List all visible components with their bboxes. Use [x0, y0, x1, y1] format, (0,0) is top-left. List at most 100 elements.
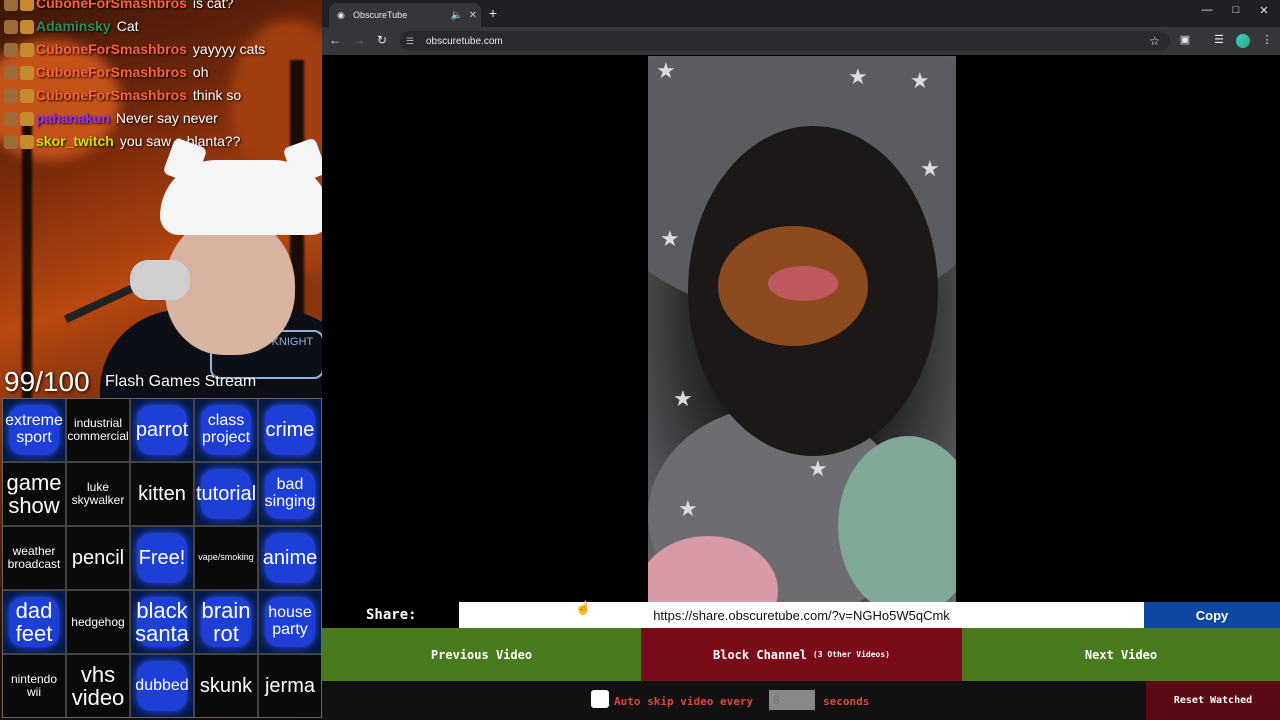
badge-icon	[20, 134, 34, 149]
menu-kebab-icon[interactable]: ⋮	[1258, 33, 1276, 46]
bingo-cell: hedgehog	[67, 591, 129, 653]
bingo-cell: tutorial	[195, 463, 257, 525]
chat-badges	[0, 0, 36, 11]
bingo-cell: bad singing	[259, 463, 321, 525]
bingo-cell-label: tutorial	[195, 482, 257, 505]
chat-feed: CuboneForSmashbros is cat? Adaminsky Cat Cub…	[0, 0, 322, 153]
badge-icon	[20, 42, 34, 57]
bingo-cell-label: dubbed	[135, 676, 189, 694]
chat-username[interactable]: CuboneForSmashbros	[36, 84, 187, 107]
cast-icon[interactable]: ▣	[1176, 33, 1194, 46]
share-row: Share: Copy	[322, 602, 1280, 628]
chat-text: oh	[192, 64, 209, 80]
bingo-cell: crime	[259, 399, 321, 461]
chat-badges	[0, 19, 36, 34]
streamer-webcam: HOLLOW KNIGHT	[60, 137, 322, 430]
bingo-cell-label: vape/smoking	[198, 552, 254, 563]
chat-badges	[0, 88, 36, 103]
badge-icon	[4, 0, 18, 11]
bingo-cell-label: luke skywalker	[71, 480, 125, 507]
badge-icon	[4, 88, 18, 103]
profile-avatar[interactable]	[1236, 34, 1250, 48]
bingo-cell: vhs video	[67, 655, 129, 717]
bingo-cell: Free!	[131, 527, 193, 589]
chat-badges	[0, 65, 36, 80]
tab-bar: ◉ ObscureTube 🔈 ✕ + — □ ✕	[322, 0, 1280, 27]
block-channel-button[interactable]: Block Channel (3 Other Videos)	[641, 628, 962, 681]
reset-watched-button[interactable]: Reset Watched	[1146, 681, 1280, 720]
back-icon[interactable]: ←	[326, 33, 344, 47]
badge-icon	[4, 19, 18, 34]
bingo-cell: parrot	[131, 399, 193, 461]
bingo-cell-label: vhs video	[71, 661, 125, 710]
stream-counter: 99/100	[4, 366, 90, 397]
reload-icon[interactable]: ↻	[373, 33, 391, 47]
chat-text: Never say never	[115, 110, 218, 126]
bingo-cell-label: industrial commercial	[67, 416, 129, 443]
star-pattern: ★	[656, 58, 676, 83]
bingo-cell: brain rot	[195, 591, 257, 653]
bingo-cell: pencil	[67, 527, 129, 589]
site-info-icon[interactable]: ☰	[406, 36, 420, 47]
puppy-mouth	[768, 266, 838, 301]
chat-message: skor_twitchyou saw a blanta??	[0, 130, 322, 153]
close-tab-icon[interactable]: ✕	[465, 10, 481, 21]
address-bar[interactable]: ☰ obscuretube.com ☆	[400, 31, 1170, 51]
speaker-icon[interactable]: 🔈	[449, 10, 465, 21]
badge-icon	[4, 65, 18, 80]
chat-username[interactable]: CuboneForSmashbros	[36, 61, 187, 84]
chat-message: pahanakun Never say never	[0, 107, 322, 130]
auto-skip-checkbox[interactable]	[591, 690, 609, 708]
next-video-button[interactable]: Next Video	[962, 628, 1280, 681]
badge-icon	[20, 111, 34, 126]
chat-username[interactable]: Adaminsky	[36, 15, 111, 38]
bingo-board: extreme sport industrial commercial parrot…	[2, 398, 322, 718]
cat-hat	[160, 137, 322, 235]
bingo-cell-label: kitten	[138, 482, 186, 505]
bingo-cell-label: game show	[6, 469, 62, 518]
bingo-cell-label: brain rot	[201, 597, 251, 646]
bingo-cell: industrial commercial	[67, 399, 129, 461]
bookmark-star-icon[interactable]: ☆	[1149, 34, 1160, 48]
forward-icon[interactable]: →	[350, 33, 368, 47]
star-pattern: ★	[678, 496, 698, 521]
copy-button[interactable]: Copy	[1144, 602, 1280, 628]
video-player[interactable]: ★ ★ ★ ★ ★ ★ ★ ★	[648, 56, 956, 602]
star-pattern: ★	[808, 456, 828, 481]
share-url-field[interactable]	[459, 602, 1144, 628]
badge-icon	[20, 19, 34, 34]
browser-window: ◉ ObscureTube 🔈 ✕ + — □ ✕ ← → ↻ ☰ obscur…	[322, 0, 1280, 720]
bingo-cell-label: black santa	[135, 597, 189, 646]
bingo-cell-label: parrot	[135, 418, 189, 441]
extensions-icon[interactable]: ☰	[1210, 33, 1228, 46]
chat-badges	[0, 111, 36, 126]
bingo-cell: dad feet	[3, 591, 65, 653]
block-channel-label: Block Channel	[713, 647, 807, 662]
chat-message: CuboneForSmashbros is cat?	[0, 0, 322, 15]
chat-text: yayyyy cats	[192, 41, 266, 57]
microphone	[130, 260, 190, 300]
bingo-cell: jerma	[259, 655, 321, 717]
chat-username[interactable]: CuboneForSmashbros	[36, 38, 187, 61]
maximize-button[interactable]: □	[1223, 4, 1249, 16]
bingo-cell-label: Free!	[138, 546, 186, 569]
bingo-cell: extreme sport	[3, 399, 65, 461]
auto-skip-seconds-input[interactable]	[769, 690, 815, 710]
chat-message: CuboneForSmashbros think so	[0, 84, 322, 107]
tab-title: ObscureTube	[353, 10, 408, 20]
minimize-button[interactable]: —	[1194, 4, 1220, 16]
tab-obscuretube[interactable]: ◉ ObscureTube 🔈 ✕	[329, 3, 481, 27]
new-tab-button[interactable]: +	[484, 5, 502, 21]
stream-title: Flash Games Stream	[105, 373, 257, 390]
previous-video-button[interactable]: Previous Video	[322, 628, 641, 681]
star-pattern: ★	[660, 226, 680, 251]
bingo-cell: game show	[3, 463, 65, 525]
chat-username[interactable]: pahanakun	[36, 107, 110, 130]
chat-badges	[0, 134, 36, 149]
chat-username[interactable]: skor_twitch	[36, 130, 114, 153]
bingo-cell-label: nintendo wii	[10, 672, 58, 699]
chat-username[interactable]: CuboneForSmashbros	[36, 0, 187, 15]
bingo-cell-label: pencil	[71, 546, 125, 569]
badge-icon	[4, 111, 18, 126]
close-window-button[interactable]: ✕	[1251, 4, 1277, 17]
